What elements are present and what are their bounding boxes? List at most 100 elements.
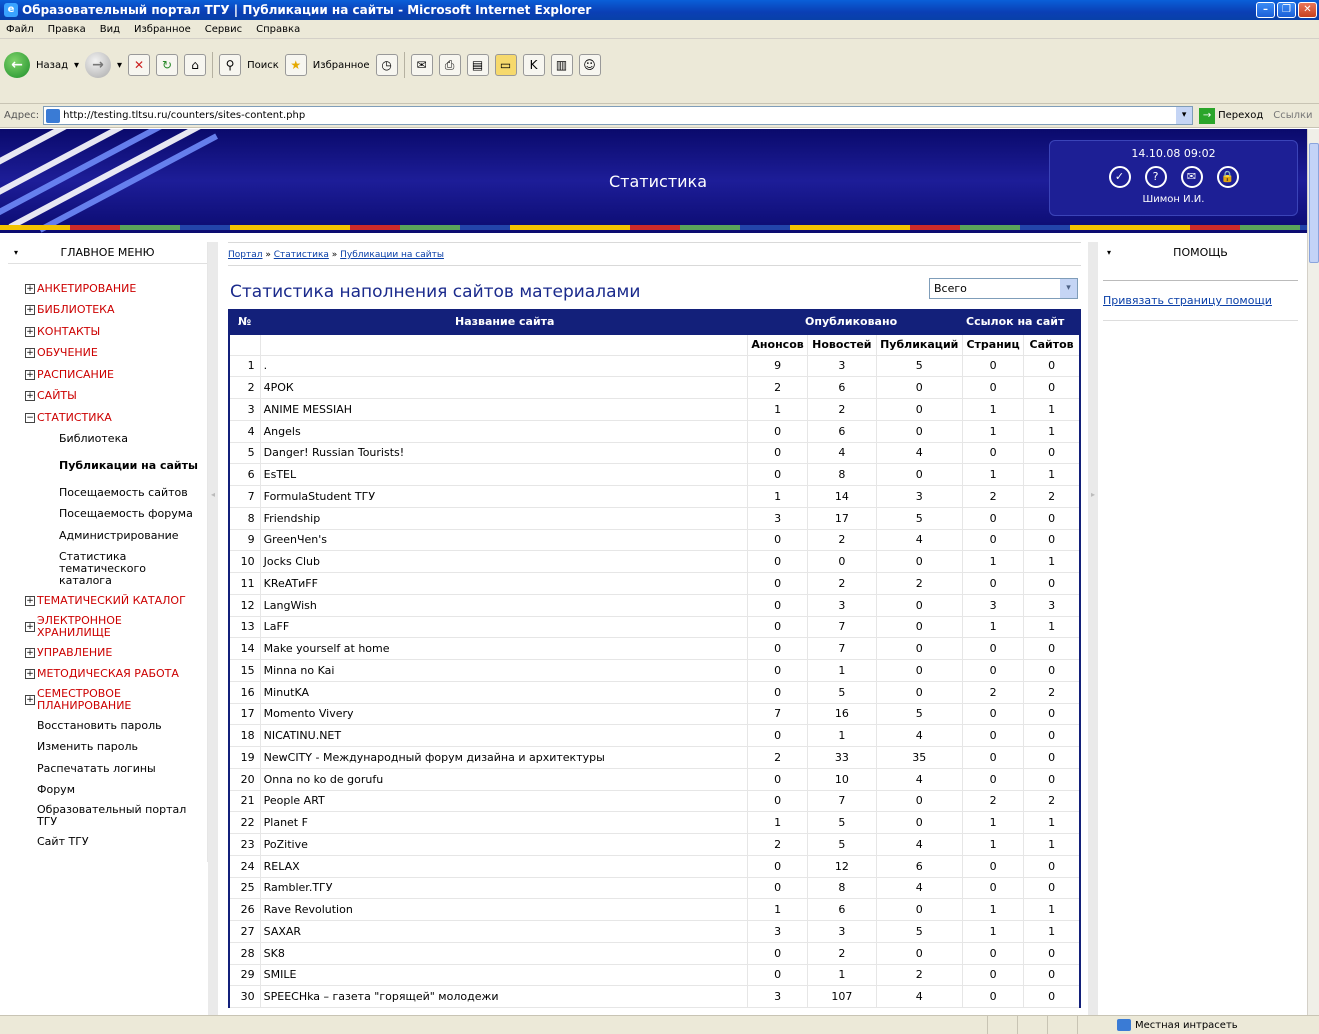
menu-edit[interactable]: Правка [46,24,88,35]
menu-favorites[interactable]: Избранное [132,24,193,35]
home-icon[interactable]: ⌂ [184,54,207,76]
expand-icon[interactable]: + [25,348,35,359]
menu-item-catalog-stats[interactable]: Статистика тематического каталога [59,547,159,591]
forum-link[interactable]: Форум [37,780,207,802]
menu-item-site-visits[interactable]: Посещаемость сайтов [59,482,207,504]
collapse-icon[interactable]: ▾ [14,242,18,264]
menu-file[interactable]: Файл [4,24,36,35]
help-icon[interactable]: ? [1144,166,1167,188]
search-button-label[interactable]: Поиск [247,60,279,71]
menu-section-label[interactable]: УПРАВЛЕНИЕ [37,646,112,659]
menu-item-forum-visits[interactable]: Посещаемость форума [59,504,207,526]
menu-section-label[interactable]: СЕМЕСТРОВОЕ ПЛАНИРОВАНИЕ [37,688,137,712]
main-menu-header[interactable]: ▾ ГЛАВНОЕ МЕНЮ [8,242,207,264]
bind-help-link[interactable]: Привязать страницу помощи [1103,294,1272,307]
menu-help[interactable]: Справка [254,24,302,35]
expand-icon[interactable]: + [25,305,35,316]
back-button-label[interactable]: Назад [36,60,68,71]
right-collapse-bar[interactable]: ▸ [1088,242,1098,1015]
collapse-arrow-icon[interactable]: ◂ [208,490,218,500]
address-input[interactable]: http://testing.tltsu.ru/counters/sites-c… [43,106,1194,125]
menu-section-label[interactable]: МЕТОДИЧЕСКАЯ РАБОТА [37,668,179,680]
expand-icon[interactable]: + [25,622,35,632]
menu-section-label[interactable]: БИБЛИОТЕКА [37,304,114,316]
research-icon[interactable]: ▥ [550,54,573,76]
breadcrumb-statistics[interactable]: Статистика [274,250,329,260]
menu-item-administration[interactable]: Администрирование [59,525,207,547]
menu-tools[interactable]: Сервис [203,24,244,35]
menu-item-publications[interactable]: Публикации на сайты [59,450,207,482]
menu-section-sites[interactable]: + САЙТЫ [25,386,207,408]
k-app-icon[interactable]: K [522,54,545,76]
collapse-arrow-icon[interactable]: ▸ [1088,490,1098,500]
filter-select[interactable]: Всего ▾ [929,278,1078,299]
menu-section-label[interactable]: АНКЕТИРОВАНИЕ [37,282,136,295]
change-password-link[interactable]: Изменить пароль [37,737,207,759]
menu-section-label[interactable]: КОНТАКТЫ [37,325,100,338]
expand-icon[interactable]: + [25,369,35,380]
university-site-link[interactable]: Сайт ТГУ [37,831,207,853]
menu-item-library-stats[interactable]: Библиотека [59,429,207,451]
minimize-button[interactable]: – [1256,2,1275,18]
expand-icon[interactable]: + [25,695,35,705]
maximize-button[interactable]: ❐ [1277,2,1296,18]
menu-section-library[interactable]: + БИБЛИОТЕКА [25,300,207,322]
chevron-down-icon[interactable]: ▾ [1060,279,1077,298]
menu-section-education[interactable]: + ОБУЧЕНИЕ [25,343,207,365]
scrollbar-thumb[interactable] [1309,143,1319,263]
expand-icon[interactable]: + [25,391,35,402]
print-logins-link[interactable]: Распечатать логины [37,758,207,780]
menu-section-label[interactable]: ТЕМАТИЧЕСКИЙ КАТАЛОГ [37,595,186,607]
menu-section-statistics[interactable]: − СТАТИСТИКА [25,407,207,429]
left-collapse-bar[interactable]: ◂ [208,242,218,1015]
expand-icon[interactable]: + [25,326,35,337]
breadcrumb-portal[interactable]: Портал [228,250,263,260]
vertical-scrollbar[interactable] [1307,129,1319,1015]
print-icon[interactable]: ⎙ [438,54,461,76]
menu-section-label[interactable]: СТАТИСТИКА [37,411,112,424]
history-icon[interactable]: ◷ [375,54,398,76]
menu-section-contacts[interactable]: + КОНТАКТЫ [25,321,207,343]
expand-icon[interactable]: + [25,596,35,607]
edit-icon[interactable]: ▤ [466,54,489,76]
menu-section-methodics[interactable]: + МЕТОДИЧЕСКАЯ РАБОТА [25,664,207,686]
folder-icon[interactable]: ▭ [494,54,517,76]
menu-section-label[interactable]: ЭЛЕКТРОННОЕ ХРАНИЛИЩЕ [37,615,127,639]
favorites-star-icon[interactable]: ★ [284,54,307,76]
forward-dropdown-icon[interactable]: ▾ [117,60,122,71]
lock-icon[interactable]: 🔒 [1216,166,1239,188]
go-button[interactable]: → Переход [1199,107,1263,124]
mail-icon[interactable]: ✉ [410,54,433,76]
favorites-button-label[interactable]: Избранное [313,60,370,71]
portal-link[interactable]: Образовательный портал ТГУ [37,801,197,831]
back-dropdown-icon[interactable]: ▾ [74,60,79,71]
menu-section-label[interactable]: ОБУЧЕНИЕ [37,347,98,359]
address-url[interactable]: http://testing.tltsu.ru/counters/sites-c… [63,110,305,121]
expand-icon[interactable]: + [25,647,35,658]
menu-section-catalog[interactable]: + ТЕМАТИЧЕСКИЙ КАТАЛОГ [25,591,207,613]
search-icon[interactable]: ⚲ [219,54,242,76]
menu-section-label[interactable]: САЙТЫ [37,390,77,402]
forward-arrow-icon[interactable]: → [85,52,112,78]
close-button[interactable]: ✕ [1298,2,1317,18]
checkmark-icon[interactable]: ✓ [1108,166,1131,188]
breadcrumb-current[interactable]: Публикации на сайты [340,250,444,260]
menu-section-surveys[interactable]: + АНКЕТИРОВАНИЕ [25,278,207,300]
messenger-icon[interactable]: ☺ [578,54,601,76]
links-label[interactable]: Ссылки [1273,110,1312,121]
menu-section-management[interactable]: + УПРАВЛЕНИЕ [25,642,207,664]
menu-section-schedule[interactable]: + РАСПИСАНИЕ [25,364,207,386]
menu-section-label[interactable]: РАСПИСАНИЕ [37,368,114,381]
expand-icon[interactable]: + [25,669,35,680]
back-arrow-icon[interactable]: ← [4,52,30,78]
collapse-icon[interactable]: − [25,412,35,423]
menu-view[interactable]: Вид [98,24,122,35]
refresh-icon[interactable]: ↻ [156,54,179,76]
menu-section-planning[interactable]: + СЕМЕСТРОВОЕ ПЛАНИРОВАНИЕ [25,685,207,715]
stop-icon[interactable]: ✕ [128,54,151,76]
chevron-down-icon[interactable]: ▾ [1176,107,1193,124]
mail-icon[interactable]: ✉ [1180,166,1203,188]
restore-password-link[interactable]: Восстановить пароль [37,715,207,737]
menu-section-storage[interactable]: + ЭЛЕКТРОННОЕ ХРАНИЛИЩЕ [25,612,207,642]
expand-icon[interactable]: + [25,283,35,294]
